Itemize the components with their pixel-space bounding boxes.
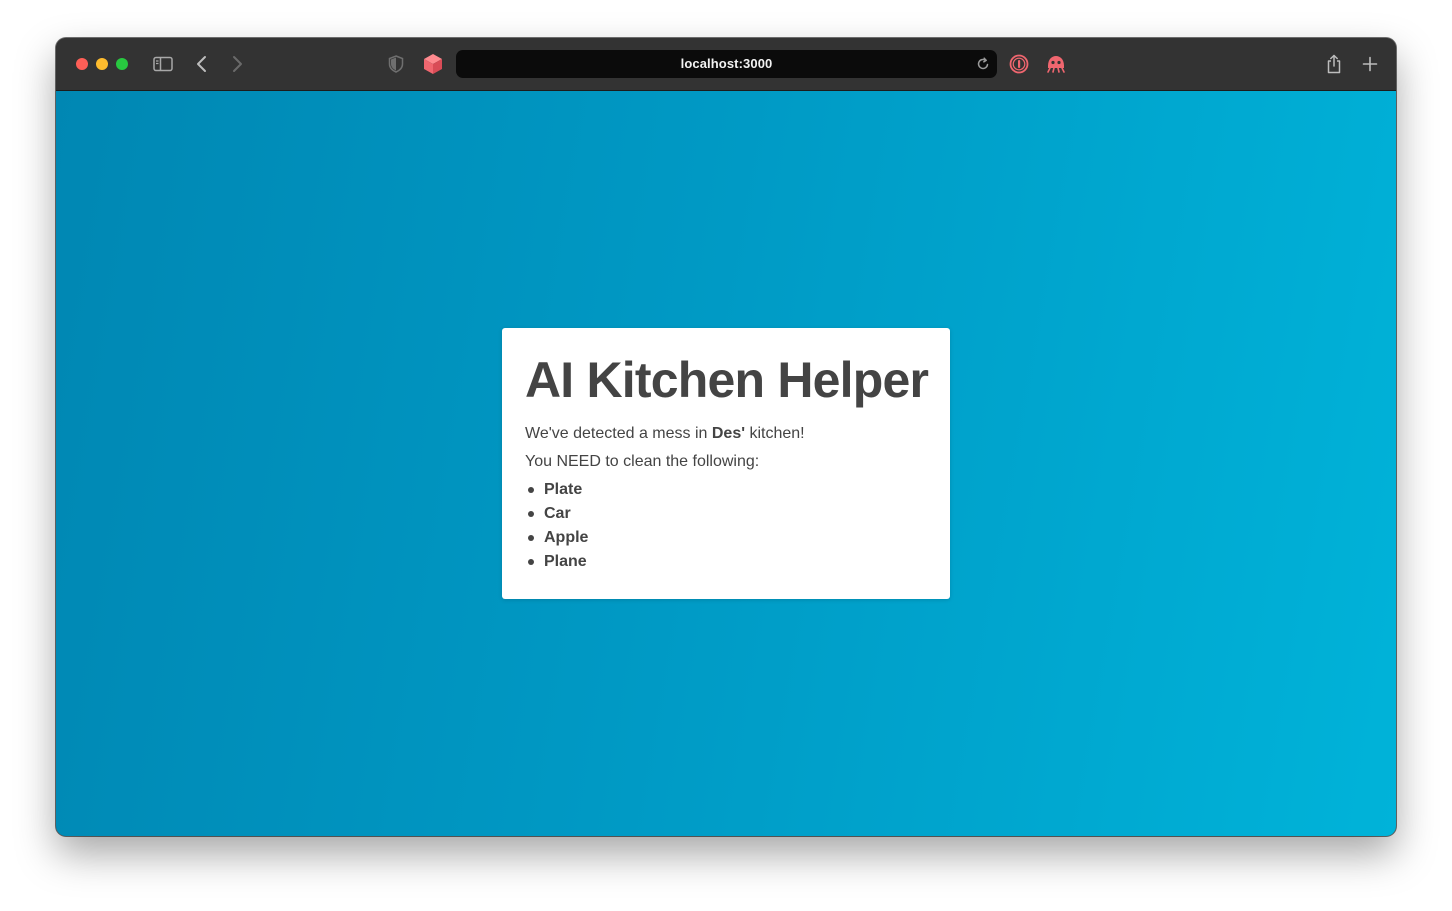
page-viewport: AI Kitchen Helper We've detected a mess …: [56, 91, 1396, 836]
kitchen-helper-card: AI Kitchen Helper We've detected a mess …: [502, 328, 950, 599]
box-icon[interactable]: [422, 52, 444, 76]
close-window-button[interactable]: [76, 58, 88, 70]
list-item: Plate: [528, 478, 927, 502]
mess-detected-text: We've detected a mess in Des' kitchen!: [525, 424, 927, 444]
detected-suffix: kitchen!: [745, 425, 805, 442]
maximize-window-button[interactable]: [116, 58, 128, 70]
clean-instruction: You NEED to clean the following:: [525, 453, 760, 470]
url-text[interactable]: localhost:3000: [456, 50, 997, 78]
sidebar-icon[interactable]: [152, 54, 174, 74]
browser-toolbar: localhost:3000: [56, 38, 1396, 91]
kitchen-owner: Des': [711, 425, 746, 442]
list-item: Plane: [528, 550, 927, 574]
reload-icon[interactable]: [975, 56, 991, 72]
list-item: Apple: [528, 526, 927, 550]
chevron-left-icon[interactable]: [192, 53, 212, 75]
detected-prefix: We've detected a mess in: [525, 425, 712, 442]
minimize-window-button[interactable]: [96, 58, 108, 70]
onepassword-icon[interactable]: [1008, 53, 1030, 75]
plus-icon[interactable]: [1360, 53, 1380, 75]
page-title: AI Kitchen Helper: [525, 352, 929, 408]
shield-icon[interactable]: [386, 53, 406, 75]
chevron-right-icon[interactable]: [227, 53, 247, 75]
address-bar[interactable]: localhost:3000: [456, 50, 997, 78]
share-icon[interactable]: [1324, 52, 1344, 76]
items-to-clean-list: Plate Car Apple Plane: [525, 478, 927, 574]
ghost-icon[interactable]: [1044, 53, 1068, 75]
list-item: Car: [528, 502, 927, 526]
browser-window: localhost:3000 AI Kitchen Helper We've d…: [56, 38, 1396, 836]
